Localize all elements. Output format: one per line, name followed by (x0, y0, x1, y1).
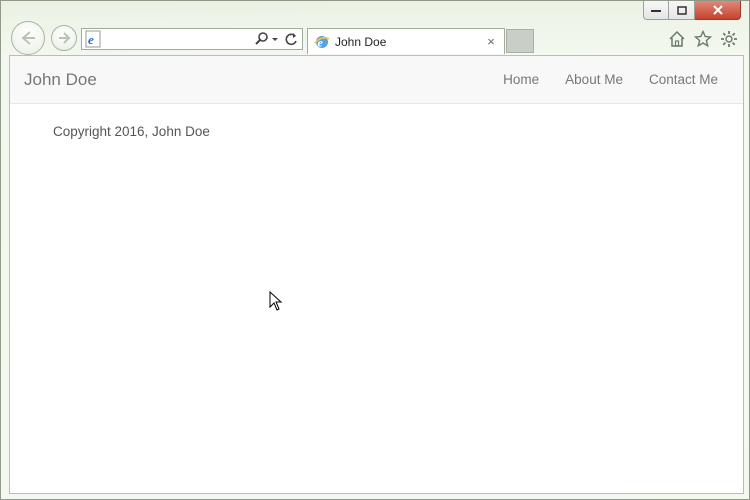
minimize-icon (651, 10, 661, 12)
forward-button[interactable] (51, 25, 77, 51)
caption-buttons (643, 1, 741, 20)
favorites-button[interactable] (693, 29, 713, 49)
ie-page-icon: e (85, 30, 101, 48)
back-arrow-icon (21, 31, 35, 45)
refresh-icon[interactable] (283, 31, 299, 47)
back-button[interactable] (11, 21, 45, 55)
ie-logo-icon: e (314, 35, 330, 49)
tab-john-doe[interactable]: e John Doe × (307, 28, 505, 54)
address-input[interactable] (103, 30, 254, 48)
search-icon[interactable] (254, 31, 270, 47)
menu-link-home[interactable]: Home (490, 72, 552, 87)
close-icon (712, 5, 723, 15)
minimize-button[interactable] (643, 1, 669, 20)
mouse-cursor-icon (269, 291, 283, 311)
address-bar[interactable]: e (81, 28, 303, 50)
restore-button[interactable] (669, 1, 695, 20)
close-window-button[interactable] (695, 1, 741, 20)
svg-text:e: e (88, 32, 94, 47)
gear-icon (721, 31, 737, 47)
site-menu: Home About Me Contact Me (490, 72, 731, 87)
dropdown-arrow-icon[interactable] (270, 31, 280, 47)
menu-link-contact-me[interactable]: Contact Me (636, 72, 731, 87)
toolbar-icons (667, 29, 739, 49)
site-brand[interactable]: John Doe (24, 70, 97, 90)
new-tab-button[interactable] (506, 29, 534, 53)
home-icon (669, 30, 685, 47)
site-navbar: John Doe Home About Me Contact Me (10, 56, 743, 104)
page-viewport: John Doe Home About Me Contact Me Copyri… (9, 55, 744, 494)
forward-arrow-icon (59, 32, 71, 44)
menu-link-about-me[interactable]: About Me (552, 72, 636, 87)
settings-button[interactable] (719, 29, 739, 49)
star-icon (694, 30, 712, 48)
copyright-text: Copyright 2016, John Doe (53, 124, 210, 139)
restore-icon (676, 5, 687, 15)
home-button[interactable] (667, 29, 687, 49)
tab-close-button[interactable]: × (482, 34, 500, 49)
browser-window: e e John Doe × John Doe Home About Me Co… (0, 0, 750, 500)
tab-title: John Doe (335, 34, 387, 49)
